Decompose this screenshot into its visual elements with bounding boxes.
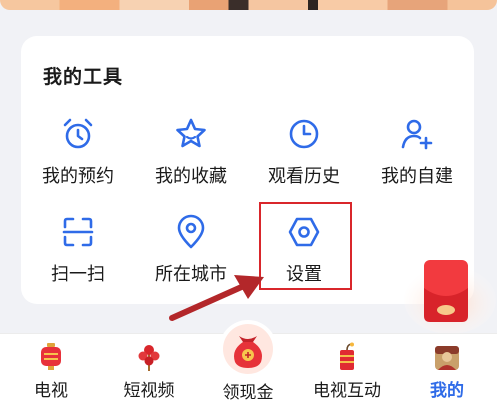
tool-watch-history[interactable]: 观看历史 <box>249 116 359 188</box>
nav-tab-claim-cash[interactable] <box>219 320 277 378</box>
tool-label: 扫一扫 <box>51 264 105 285</box>
location-pin-icon <box>177 214 205 249</box>
nav-label: 电视 <box>34 381 68 401</box>
tool-scan[interactable]: 扫一扫 <box>23 214 133 286</box>
tv-lantern-icon <box>41 343 61 370</box>
tool-label: 我的收藏 <box>155 166 227 187</box>
add-person-icon <box>401 119 433 150</box>
nav-tab-mine[interactable]: 我的 <box>402 334 492 401</box>
top-banner-image[interactable] <box>0 0 497 10</box>
my-tools-title: 我的工具 <box>43 66 124 88</box>
profile-avatar-icon <box>435 346 459 370</box>
firecracker-icon <box>340 342 354 370</box>
nav-label: 电视互动 <box>313 381 381 401</box>
tool-my-creations[interactable]: 我的自建 <box>362 116 472 188</box>
tool-my-favorites[interactable]: 我的收藏 <box>136 116 246 188</box>
star-icon <box>176 118 206 148</box>
tool-label: 观看历史 <box>268 166 340 187</box>
nav-tab-tv-interaction[interactable]: 电视互动 <box>302 334 392 401</box>
nav-tab-tv[interactable]: 电视 <box>6 334 96 401</box>
tool-my-reservations[interactable]: 我的预约 <box>23 116 133 188</box>
alarm-clock-icon <box>63 118 93 149</box>
nav-label: 我的 <box>430 381 464 401</box>
annotation-arrow-icon <box>169 275 264 321</box>
money-bag-icon <box>223 324 273 374</box>
nav-label-claim-cash: 领现金 <box>222 383 274 403</box>
nav-label: 短视频 <box>123 381 175 401</box>
candied-haws-icon <box>138 345 160 371</box>
scan-icon <box>62 217 94 247</box>
nav-tab-short-video[interactable]: 短视频 <box>104 334 194 401</box>
tool-label: 我的预约 <box>42 166 114 187</box>
red-packet-float-icon[interactable] <box>404 258 497 334</box>
clock-icon <box>289 119 319 149</box>
tool-label: 我的自建 <box>381 166 453 187</box>
